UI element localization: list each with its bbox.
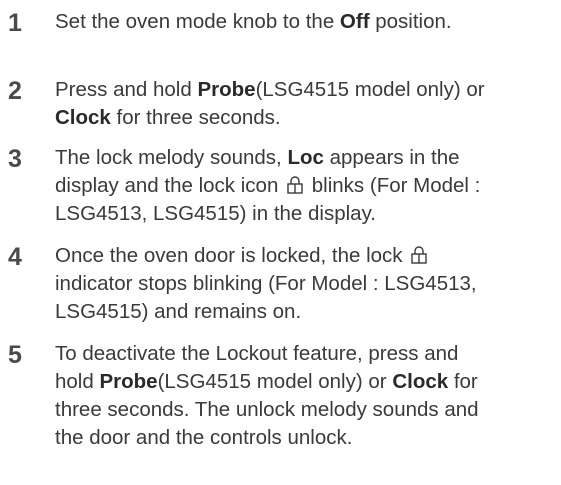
- text-run: for three seconds.: [110, 106, 281, 129]
- text-run: Once the oven door is locked, the lock: [55, 244, 409, 267]
- step-text: Press and hold Probe(LSG4515 model only)…: [55, 76, 555, 132]
- bold-keyword: Probe: [99, 370, 158, 393]
- step-text-line: LSG4513, LSG4515) in the display.: [55, 200, 555, 228]
- text-run: display and the lock icon: [55, 174, 285, 197]
- step-text: Set the oven mode knob to the Off positi…: [55, 8, 555, 36]
- text-run: the door and the controls unlock.: [55, 426, 353, 449]
- step-number: 5: [8, 341, 22, 369]
- lock-icon: [287, 176, 303, 194]
- text-run: (LSG4515 model only) or: [157, 370, 393, 393]
- step-text: The lock melody sounds, Loc appears in t…: [55, 144, 555, 228]
- step-text-line: indicator stops blinking (For Model : LS…: [55, 270, 555, 298]
- text-run: indicator stops blinking (For Model : LS…: [55, 272, 477, 295]
- step-text-line: The lock melody sounds, Loc appears in t…: [55, 144, 555, 172]
- step-text-line: To deactivate the Lockout feature, press…: [55, 340, 555, 368]
- text-run: blinks (For Model :: [306, 174, 481, 197]
- text-run: LSG4513, LSG4515) in the display.: [55, 202, 376, 225]
- text-run: position.: [369, 10, 452, 33]
- lock-icon: [411, 246, 427, 264]
- step-text-line: hold Probe(LSG4515 model only) or Clock …: [55, 368, 555, 396]
- step-text-line: three seconds. The unlock melody sounds …: [55, 396, 555, 424]
- text-run: hold: [55, 370, 100, 393]
- text-run: Press and hold: [55, 78, 198, 101]
- instruction-steps: 1 Set the oven mode knob to the Off posit…: [0, 0, 561, 485]
- text-run: LSG4515) and remains on.: [55, 300, 302, 323]
- bold-keyword: Probe: [197, 78, 256, 101]
- text-run: for: [448, 370, 478, 393]
- step-number: 2: [8, 77, 22, 105]
- step-text: To deactivate the Lockout feature, press…: [55, 340, 555, 452]
- step-text-line: Press and hold Probe(LSG4515 model only)…: [55, 76, 555, 104]
- bold-keyword: Off: [339, 10, 370, 33]
- step-text-line: Once the oven door is locked, the lock: [55, 242, 555, 270]
- step-number: 3: [8, 145, 22, 173]
- bold-keyword: Clock: [55, 106, 111, 129]
- step-number: 4: [8, 243, 22, 271]
- text-run: three seconds. The unlock melody sounds …: [55, 398, 479, 421]
- bold-keyword: Loc: [287, 146, 324, 169]
- step-text-line: Set the oven mode knob to the Off positi…: [55, 8, 555, 36]
- text-run: The lock melody sounds,: [55, 146, 288, 169]
- text-run: To deactivate the Lockout feature, press…: [55, 342, 459, 365]
- text-run: Set the oven mode knob to the: [55, 10, 340, 33]
- step-number: 1: [8, 9, 22, 37]
- step-text-line: LSG4515) and remains on.: [55, 298, 555, 326]
- step-text-line: Clock for three seconds.: [55, 104, 555, 132]
- bold-keyword: Clock: [392, 370, 449, 393]
- step-text-line: display and the lock icon blinks (For Mo…: [55, 172, 555, 200]
- step-text-line: the door and the controls unlock.: [55, 424, 555, 452]
- text-run: (LSG4515 model only) or: [255, 78, 485, 101]
- text-run: appears in the: [323, 146, 460, 169]
- step-text: Once the oven door is locked, the lock i…: [55, 242, 555, 326]
